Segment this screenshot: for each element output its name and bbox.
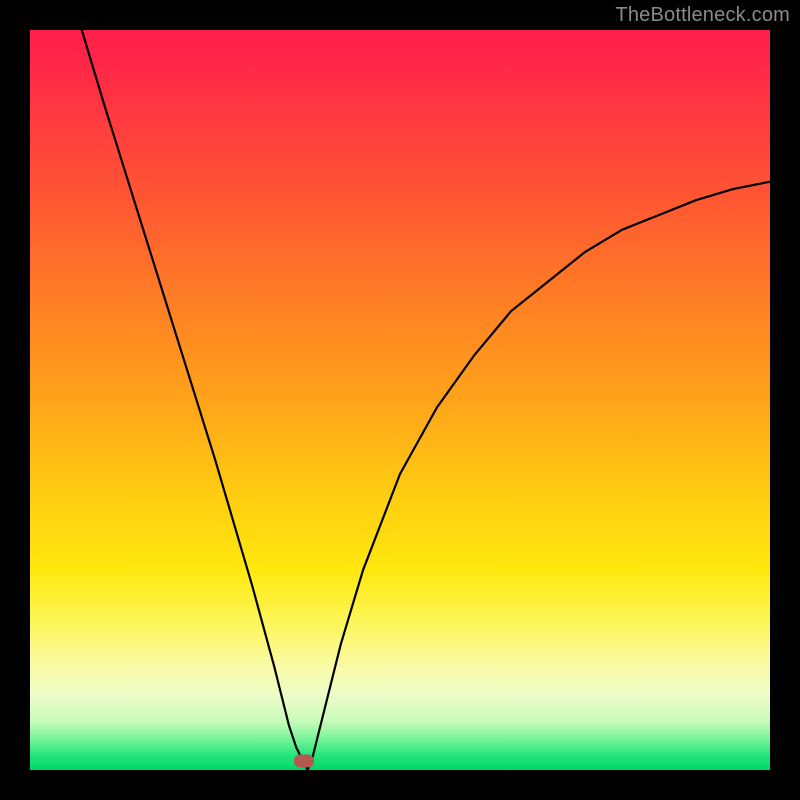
minimum-marker [294, 755, 314, 768]
plot-area [30, 30, 770, 770]
bottleneck-curve [82, 30, 770, 770]
chart-frame: TheBottleneck.com [0, 0, 800, 800]
watermark-text: TheBottleneck.com [615, 4, 790, 27]
curve-layer [30, 30, 770, 770]
